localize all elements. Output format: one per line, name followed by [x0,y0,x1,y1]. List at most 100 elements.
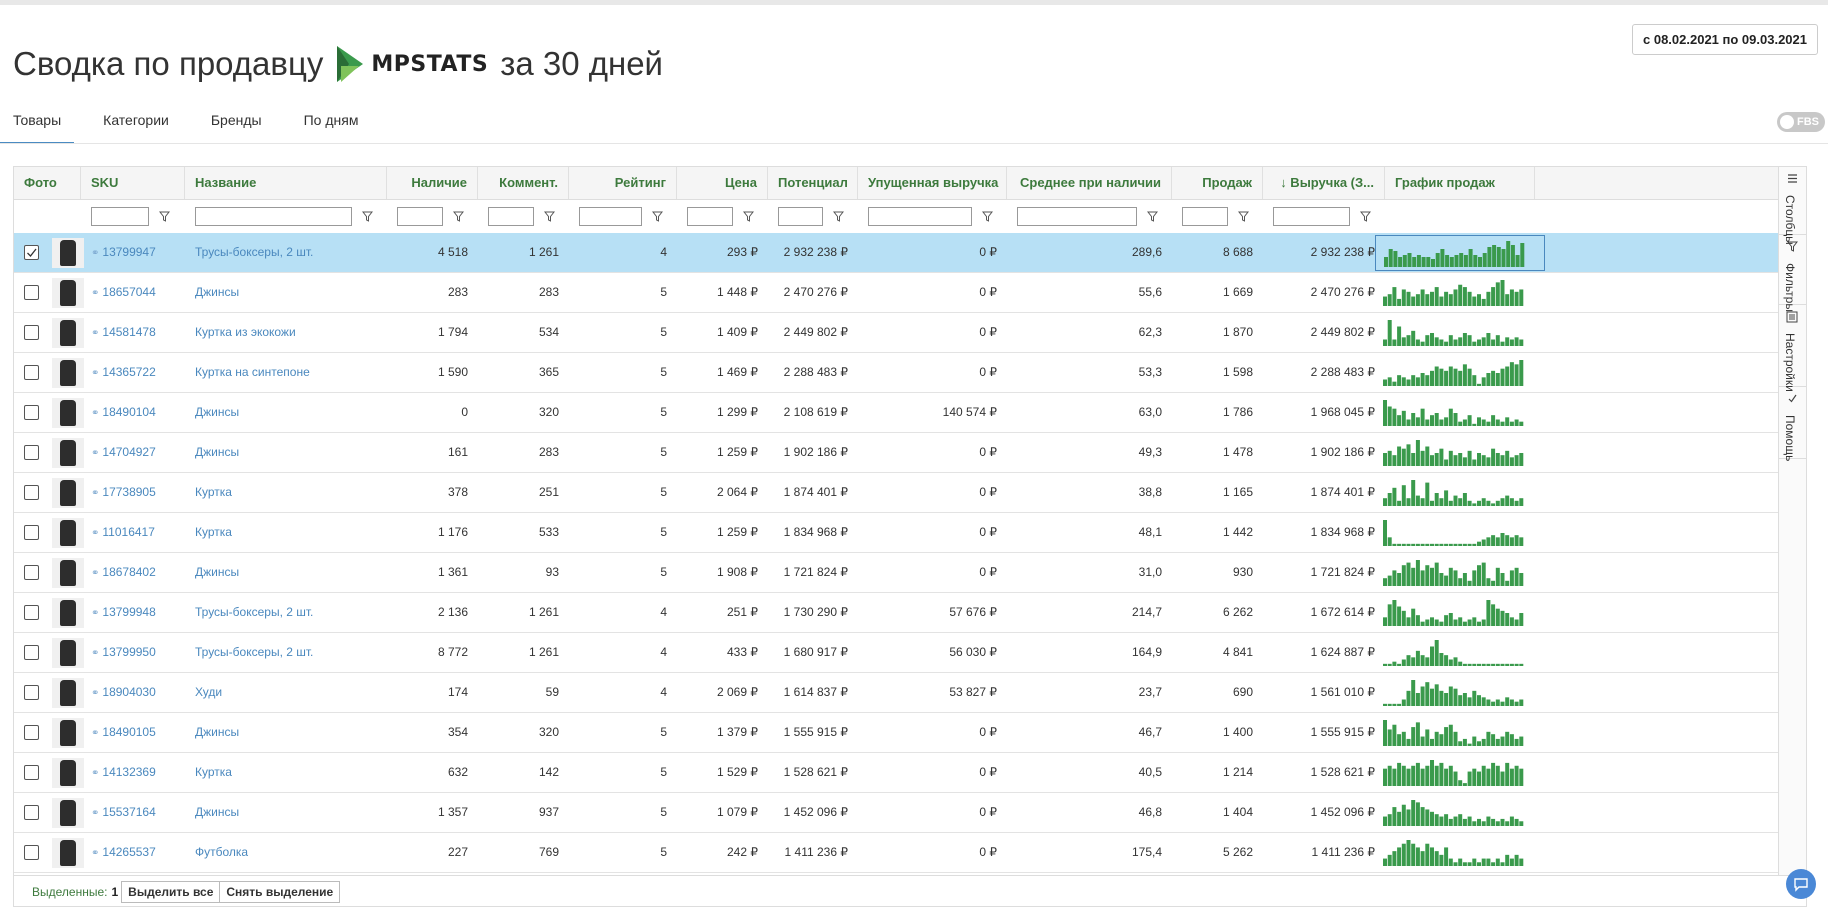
col-revenue-filter-input[interactable] [1273,207,1350,226]
filter-icon[interactable] [1360,211,1371,222]
tab-by-days[interactable]: По дням [291,104,372,144]
sku-link[interactable]: 18904030 [102,685,155,699]
side-filters-button[interactable]: Фильтры [1779,235,1806,312]
sku-link[interactable]: 13799950 [102,645,155,659]
col-name-cell[interactable]: Куртка из экокожи [185,313,387,353]
filter-icon[interactable] [833,211,844,222]
col-sales-chart-header[interactable]: График продаж [1385,167,1535,199]
col-sku-cell[interactable]: ⚭ 14265537 [81,833,185,873]
row-checkbox[interactable] [24,565,39,580]
col-sku-cell[interactable]: ⚭ 14581478 [81,313,185,353]
col-sku-cell[interactable]: ⚭ 18490104 [81,393,185,433]
side-columns-button[interactable]: Столбцы [1779,167,1806,245]
sku-link[interactable]: 15537164 [102,805,155,819]
col-sales-header[interactable]: Продаж [1172,167,1263,199]
col-name-cell[interactable]: Трусы-боксеры, 2 шт. [185,233,387,273]
col-lost-revenue-filter-input[interactable] [868,207,972,226]
select-all-button[interactable]: Выделить все [121,881,221,903]
sku-link[interactable]: 13799947 [102,245,155,259]
side-help-button[interactable]: Помощь [1779,387,1806,461]
table-row[interactable]: ⚭ 18490105 Джинсы 354 320 5 1 379 ₽1 555 915 ₽… [14,713,1781,753]
filter-icon[interactable] [1147,211,1158,222]
col-potential-filter-input[interactable] [778,207,823,226]
col-stock-filter-input[interactable] [397,207,443,226]
col-name-cell[interactable]: Трусы-боксеры, 2 шт. [185,633,387,673]
col-sku-cell[interactable]: ⚭ 13799947 [81,233,185,273]
col-name-cell[interactable]: Джинсы [185,273,387,313]
col-name-cell[interactable]: Футболка [185,833,387,873]
row-checkbox[interactable] [24,405,39,420]
table-row[interactable]: ⚭ 14365722 Куртка на синтепоне 1 590 365 5 1 4… [14,353,1781,393]
col-price-header[interactable]: Цена [677,167,768,199]
col-name-cell[interactable]: Джинсы [185,793,387,833]
fbs-toggle[interactable]: FBS [1777,112,1825,132]
col-sku-cell[interactable]: ⚭ 14365722 [81,353,185,393]
table-row[interactable]: ⚭ 13799947 Трусы-боксеры, 2 шт. 4 518 1 261 4… [14,233,1781,273]
col-sku-filter-input[interactable] [91,207,149,226]
filter-icon[interactable] [544,211,555,222]
col-sku-cell[interactable]: ⚭ 17738905 [81,473,185,513]
tab-brands[interactable]: Бренды [198,104,275,144]
col-sku-cell[interactable]: ⚭ 13799950 [81,633,185,673]
col-name-header[interactable]: Название [185,167,387,199]
col-rating-filter-input[interactable] [579,207,642,226]
col-stock-header[interactable]: Наличие [387,167,478,199]
col-name-cell[interactable]: Худи [185,673,387,713]
col-lost-revenue-header[interactable]: Упущенная выручка [858,167,1007,199]
col-sku-cell[interactable]: ⚭ 18490105 [81,713,185,753]
filter-icon[interactable] [982,211,993,222]
table-row[interactable]: ⚭ 18678402 Джинсы 1 361 93 5 1 908 ₽1 721 824 … [14,553,1781,593]
filter-icon[interactable] [159,211,170,222]
clear-selection-button[interactable]: Снять выделение [219,881,341,903]
table-row[interactable]: ⚭ 15537164 Джинсы 1 357 937 5 1 079 ₽1 452 096… [14,793,1781,833]
row-checkbox[interactable] [24,685,39,700]
sku-link[interactable]: 13799948 [102,605,155,619]
table-row[interactable]: ⚭ 14704927 Джинсы 161 283 5 1 259 ₽1 902 186 ₽… [14,433,1781,473]
col-photo-header[interactable]: Фото [14,167,81,199]
sku-link[interactable]: 14581478 [102,325,155,339]
side-settings-button[interactable]: Настройки [1779,305,1806,392]
col-name-cell[interactable]: Куртка [185,513,387,553]
col-name-cell[interactable]: Куртка [185,473,387,513]
table-row[interactable]: ⚭ 18657044 Джинсы 283 283 5 1 448 ₽2 470 276 ₽… [14,273,1781,313]
row-checkbox[interactable] [24,805,39,820]
col-name-filter-input[interactable] [195,207,352,226]
col-avg-in-stock-header[interactable]: Среднее при наличии [1007,167,1172,199]
col-name-cell[interactable]: Джинсы [185,553,387,593]
table-row[interactable]: ⚭ 14265537 Футболка 227 769 5 242 ₽1 411 236 ₽… [14,833,1781,873]
sku-link[interactable]: 17738905 [102,485,155,499]
col-sku-cell[interactable]: ⚭ 14704927 [81,433,185,473]
sku-link[interactable]: 14365722 [102,365,155,379]
col-price-filter-input[interactable] [687,207,733,226]
row-checkbox[interactable] [24,765,39,780]
tab-products[interactable]: Товары [0,104,75,144]
filter-icon[interactable] [1238,211,1249,222]
table-row[interactable]: ⚭ 13799948 Трусы-боксеры, 2 шт. 2 136 1 261 4… [14,593,1781,633]
row-checkbox[interactable] [24,645,39,660]
sku-link[interactable]: 11016417 [102,525,155,539]
row-checkbox[interactable] [24,445,39,460]
col-name-cell[interactable]: Куртка на синтепоне [185,353,387,393]
col-sku-cell[interactable]: ⚭ 11016417 [81,513,185,553]
col-name-cell[interactable]: Трусы-боксеры, 2 шт. [185,593,387,633]
date-range-button[interactable]: с 08.02.2021 по 09.03.2021 [1632,24,1818,55]
col-revenue-header[interactable]: ↓ Выручка (З... [1263,167,1385,199]
tab-categories[interactable]: Категории [90,104,182,144]
sku-link[interactable]: 14704927 [102,445,155,459]
row-checkbox[interactable] [24,845,39,860]
table-row[interactable]: ⚭ 18490104 Джинсы 0 320 5 1 299 ₽2 108 619 ₽14… [14,393,1781,433]
col-name-cell[interactable]: Куртка [185,753,387,793]
table-row[interactable]: ⚭ 17738905 Куртка 378 251 5 2 064 ₽1 874 401 ₽… [14,473,1781,513]
col-sku-cell[interactable]: ⚭ 15537164 [81,793,185,833]
sku-link[interactable]: 18678402 [102,565,155,579]
col-sku-cell[interactable]: ⚭ 18657044 [81,273,185,313]
col-name-cell[interactable]: Джинсы [185,713,387,753]
col-comments-header[interactable]: Коммент. [478,167,569,199]
col-sku-cell[interactable]: ⚭ 18678402 [81,553,185,593]
sku-link[interactable]: 18490104 [102,405,155,419]
sku-link[interactable]: 18657044 [102,285,155,299]
row-checkbox[interactable] [24,605,39,620]
col-sku-cell[interactable]: ⚭ 18904030 [81,673,185,713]
row-checkbox[interactable] [24,245,39,260]
col-sales-filter-input[interactable] [1182,207,1228,226]
